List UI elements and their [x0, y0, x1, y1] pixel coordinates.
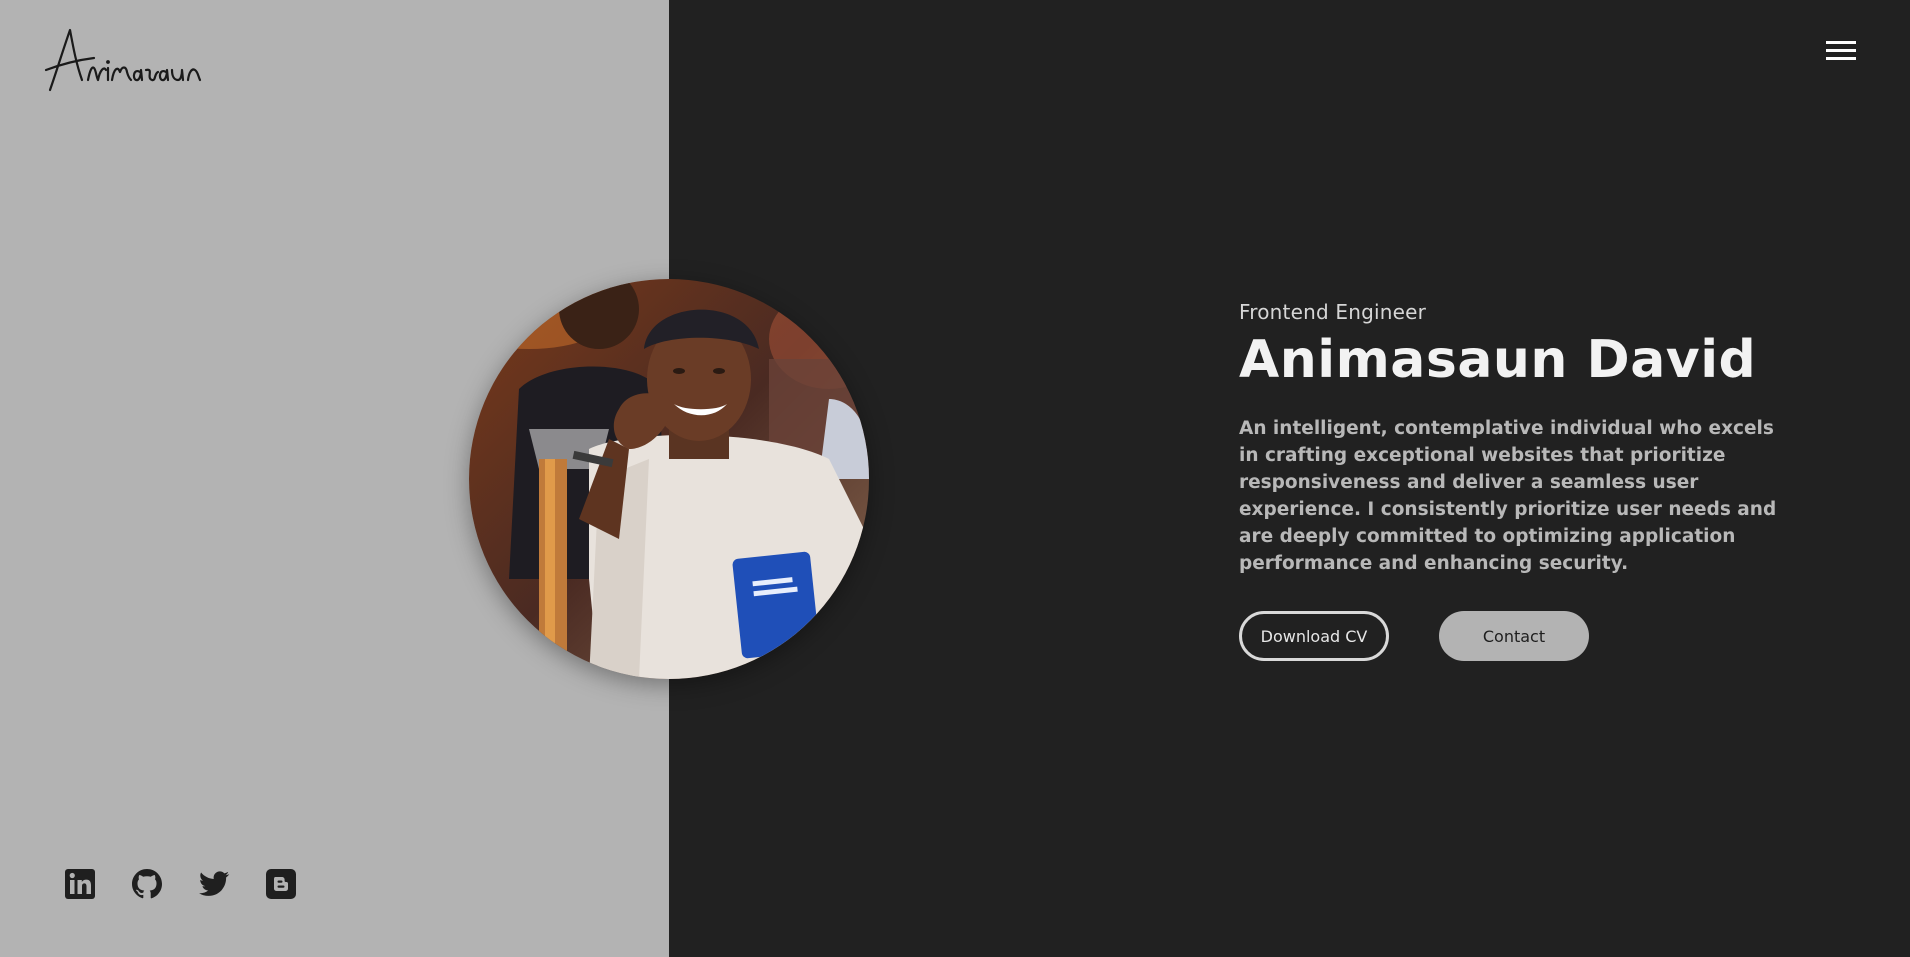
contact-button[interactable]: Contact	[1439, 611, 1589, 662]
hero-section: Frontend Engineer Animasaun David An int…	[1239, 300, 1799, 662]
portfolio-page: Frontend Engineer Animasaun David An int…	[0, 0, 1910, 957]
signature-logo[interactable]	[42, 18, 222, 98]
linkedin-icon[interactable]	[64, 868, 96, 900]
profile-photo-image	[469, 279, 869, 679]
profile-photo	[469, 279, 869, 679]
job-title: Frontend Engineer	[1239, 300, 1427, 324]
person-name: Animasaun David	[1239, 330, 1757, 390]
download-cv-button[interactable]: Download CV	[1239, 611, 1389, 662]
blogger-icon[interactable]	[265, 868, 297, 900]
github-icon[interactable]	[131, 868, 163, 900]
twitter-icon[interactable]	[198, 868, 230, 900]
social-links	[64, 868, 297, 900]
hero-actions: Download CV Contact	[1239, 611, 1799, 662]
bio-text: An intelligent, contemplative individual…	[1239, 418, 1777, 575]
hamburger-menu-icon[interactable]	[1822, 36, 1856, 66]
menu-line	[1826, 57, 1856, 60]
signature-logo-image	[44, 28, 202, 92]
menu-line	[1826, 49, 1856, 52]
menu-line	[1826, 41, 1856, 44]
